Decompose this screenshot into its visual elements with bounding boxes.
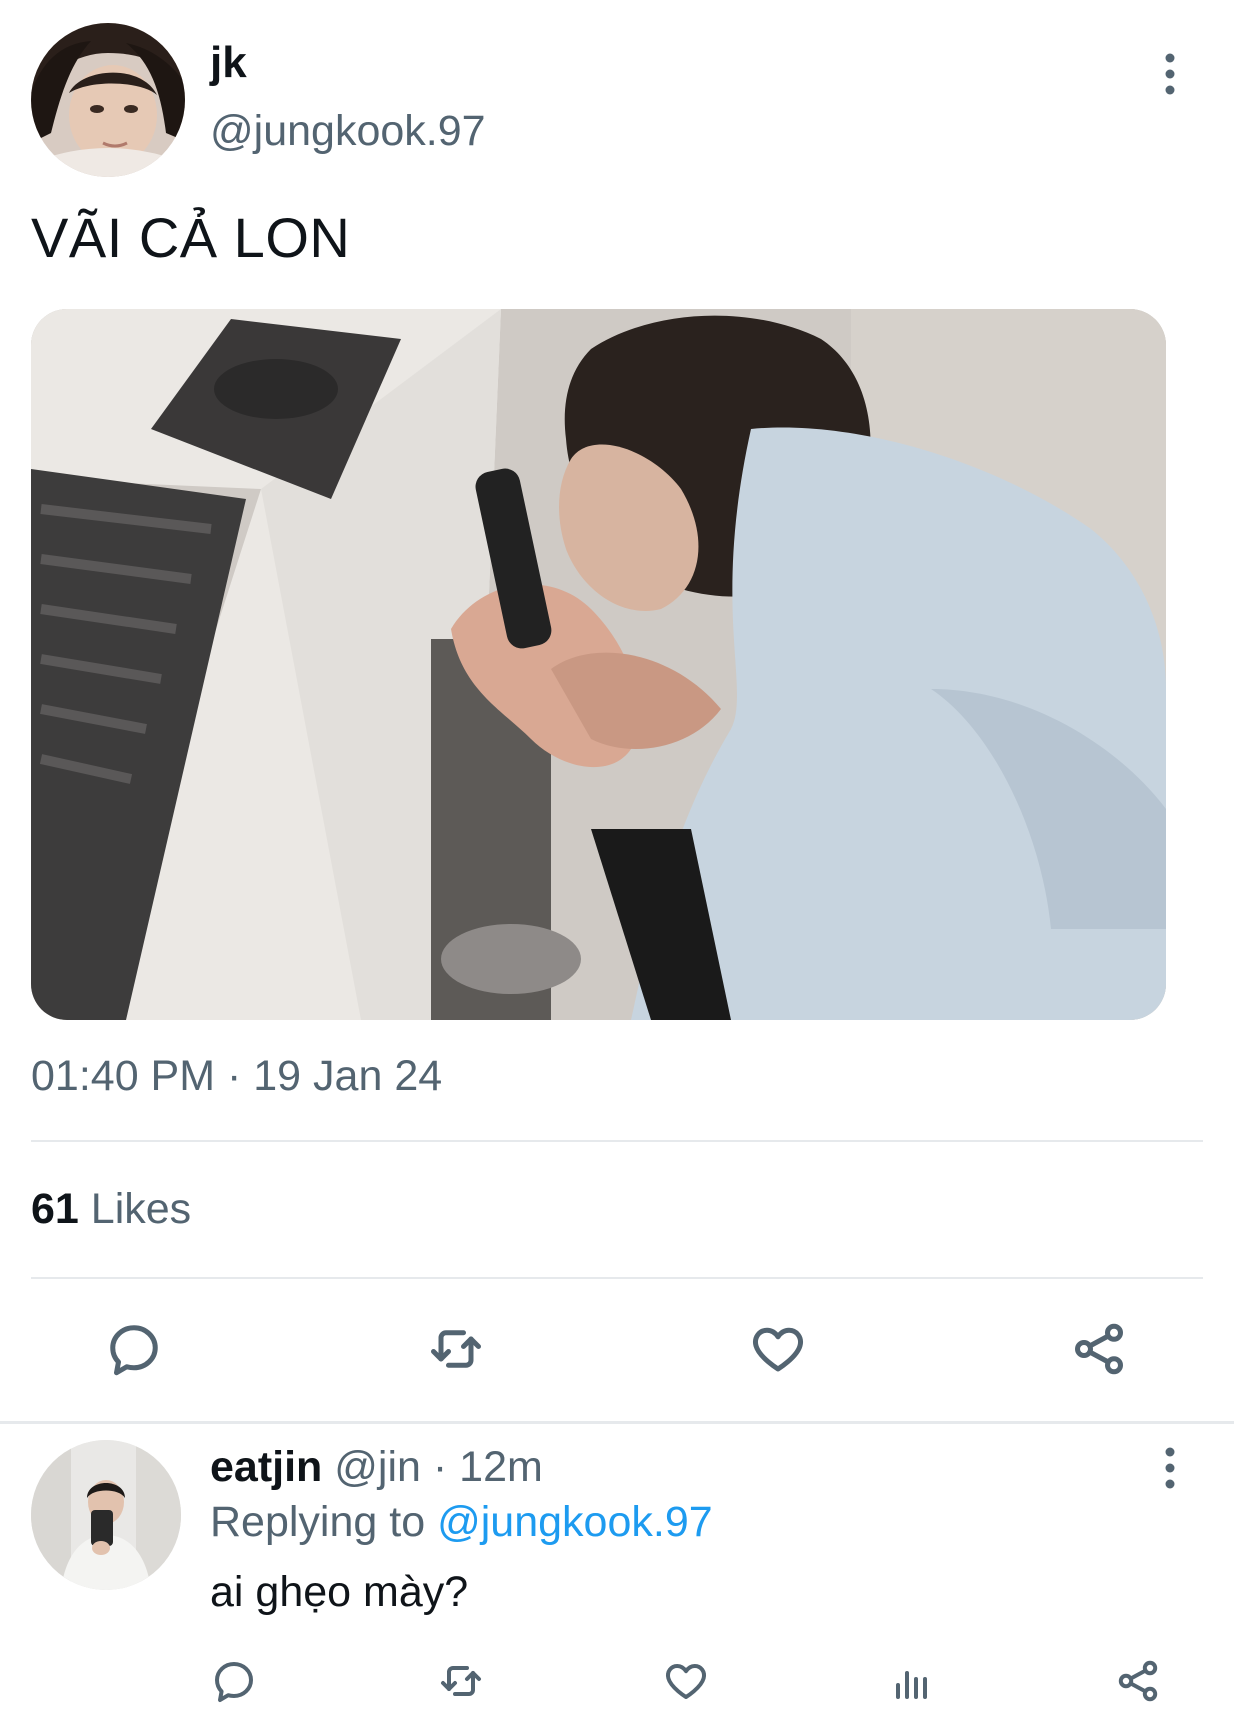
share-icon[interactable] bbox=[1067, 1317, 1131, 1381]
reply-time[interactable]: 12m bbox=[459, 1443, 543, 1491]
like-icon[interactable] bbox=[660, 1655, 712, 1707]
analytics-icon[interactable] bbox=[886, 1655, 938, 1707]
retweet-icon[interactable] bbox=[435, 1655, 487, 1707]
avatar[interactable] bbox=[31, 23, 185, 177]
like-icon[interactable] bbox=[746, 1317, 810, 1381]
tweet-photo[interactable] bbox=[31, 309, 1166, 1020]
user-handle[interactable]: @jungkook.97 bbox=[210, 106, 486, 156]
more-options-icon[interactable] bbox=[1152, 1444, 1188, 1492]
likes-count-link[interactable]: 61 Likes bbox=[31, 1183, 191, 1235]
reply-handle[interactable]: @jin bbox=[334, 1443, 421, 1491]
reply-avatar[interactable] bbox=[31, 1440, 181, 1590]
replying-to-link[interactable]: @jungkook.97 bbox=[437, 1498, 713, 1546]
tweet-timestamp[interactable]: 01:40 PM · 19 Jan 24 bbox=[31, 1050, 442, 1102]
retweet-icon[interactable] bbox=[424, 1317, 488, 1381]
reply-display-name[interactable]: eatjin bbox=[210, 1443, 322, 1491]
replying-to-prefix: Replying to bbox=[210, 1498, 426, 1546]
divider bbox=[31, 1140, 1203, 1142]
reply-header: eatjin @jin · 12m bbox=[210, 1442, 543, 1492]
thread-separator bbox=[0, 1421, 1234, 1424]
likes-label: Likes bbox=[90, 1185, 192, 1233]
replying-to: Replying to @jungkook.97 bbox=[210, 1497, 713, 1547]
reply-icon[interactable] bbox=[208, 1655, 260, 1707]
share-icon[interactable] bbox=[1112, 1655, 1164, 1707]
display-name[interactable]: jk bbox=[210, 38, 247, 88]
divider bbox=[31, 1277, 1203, 1279]
reply-separator: · bbox=[432, 1443, 448, 1491]
likes-number: 61 bbox=[31, 1185, 79, 1233]
reply-text: ai ghẹo mày? bbox=[210, 1568, 469, 1616]
more-options-icon[interactable] bbox=[1152, 50, 1188, 98]
reply-icon[interactable] bbox=[102, 1317, 166, 1381]
tweet-text: VÃI CẢ LON bbox=[31, 206, 351, 269]
